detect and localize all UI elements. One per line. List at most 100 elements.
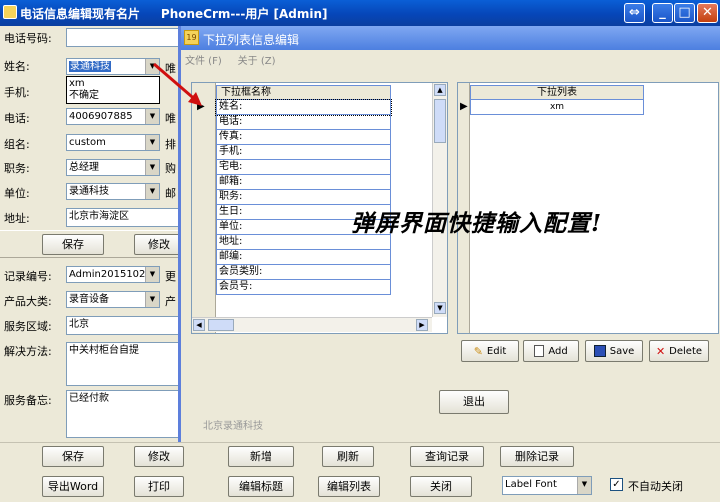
- solution-label: 解决方法:: [4, 345, 52, 358]
- name-dropdown-list[interactable]: xm 不确定: [66, 76, 160, 104]
- mobile-label: 手机:: [4, 86, 30, 99]
- auto-close-checkbox[interactable]: ✓: [610, 478, 623, 491]
- edit-button-top[interactable]: 修改: [134, 234, 184, 255]
- dropdown-option[interactable]: 不确定: [69, 90, 159, 102]
- chevron-down-icon[interactable]: ▼: [145, 267, 159, 282]
- toolbar-button-1[interactable]: 保存: [42, 446, 104, 467]
- scroll-thumb[interactable]: [434, 99, 446, 143]
- add-button[interactable]: Add: [523, 340, 579, 362]
- row-pointer-icon: ▶: [460, 101, 468, 112]
- delete-x-icon: ✕: [655, 344, 666, 358]
- chevron-down-icon[interactable]: ▼: [145, 135, 159, 150]
- restore-icon[interactable]: ⇔: [624, 3, 645, 23]
- delete-button[interactable]: ✕ Delete: [649, 340, 709, 362]
- toolbar-button-3[interactable]: 新增: [228, 446, 294, 467]
- company-suffix: 邮: [165, 187, 176, 200]
- floppy-icon: [593, 345, 606, 357]
- job-label: 职务:: [4, 162, 30, 175]
- group-suffix: 排: [165, 138, 176, 151]
- toolbar-button-5[interactable]: 查询记录: [410, 446, 484, 467]
- group-label: 组名:: [4, 138, 30, 151]
- phone-input[interactable]: [66, 28, 180, 47]
- scroll-up-icon[interactable]: ▲: [434, 84, 446, 96]
- grid-row[interactable]: 姓名:: [215, 99, 392, 116]
- grid-vscroll[interactable]: ▲ ▼: [432, 83, 447, 317]
- grid-row[interactable]: 职务:: [216, 190, 391, 205]
- red-arrow: [153, 62, 202, 106]
- toolbar-button-row2-1[interactable]: 导出Word: [42, 476, 104, 497]
- exit-button[interactable]: 退出: [439, 390, 509, 414]
- toolbar-button-row2-5[interactable]: 关闭: [410, 476, 472, 497]
- grid-hscroll[interactable]: ◀ ▶: [192, 317, 432, 332]
- scroll-down-icon[interactable]: ▼: [434, 302, 446, 314]
- job-suffix: 购: [165, 162, 176, 175]
- grid-row[interactable]: 会员类别:: [216, 265, 391, 280]
- name-label: 姓名:: [4, 60, 30, 73]
- record-select[interactable]: Admin20151027 ▼: [66, 266, 160, 283]
- region-label: 服务区域:: [4, 320, 52, 333]
- chevron-down-icon[interactable]: ▼: [577, 477, 591, 494]
- note-input[interactable]: 已经付款: [66, 390, 180, 438]
- scroll-left-icon[interactable]: ◀: [193, 319, 205, 331]
- label-font-value: Label Font: [505, 479, 557, 490]
- toolbar-button-2[interactable]: 修改: [134, 446, 184, 467]
- job-select[interactable]: 总经理 ▼: [66, 159, 160, 176]
- tel-value: 4006907885: [69, 111, 133, 122]
- toolbar-button-6[interactable]: 删除记录: [500, 446, 574, 467]
- hscroll-thumb[interactable]: [208, 319, 234, 331]
- dropdown-option[interactable]: xm: [69, 78, 159, 90]
- category-suffix: 产: [165, 295, 176, 308]
- tel-suffix: 唯: [165, 112, 176, 125]
- chevron-down-icon[interactable]: ▼: [145, 292, 159, 307]
- grid-row[interactable]: 宅电:: [216, 160, 391, 175]
- toolbar-button-4[interactable]: 刷新: [322, 446, 374, 467]
- scroll-right-icon[interactable]: ▶: [416, 319, 428, 331]
- category-select[interactable]: 录音设备 ▼: [66, 291, 160, 308]
- toolbar-button-row2-3[interactable]: 编辑标题: [228, 476, 294, 497]
- toolbar-button-row2-4[interactable]: 编辑列表: [318, 476, 380, 497]
- name-select[interactable]: 录通科技 ▼: [66, 58, 160, 75]
- grid-header: 下拉框名称: [216, 85, 391, 100]
- save-button[interactable]: Save: [585, 340, 643, 362]
- solution-input[interactable]: 中关村柜台自提: [66, 342, 180, 386]
- group-value: custom: [69, 137, 106, 148]
- edit-button[interactable]: ✎ Edit: [461, 340, 519, 362]
- record-value: Admin20151027: [69, 269, 152, 280]
- label-font-select[interactable]: Label Font ▼: [502, 476, 592, 495]
- grid-row[interactable]: 邮编:: [216, 250, 391, 265]
- address-input[interactable]: 北京市海淀区: [66, 208, 180, 227]
- chevron-down-icon[interactable]: ▼: [145, 160, 159, 175]
- category-label: 产品大类:: [4, 295, 52, 308]
- pencil-icon: ✎: [473, 344, 483, 358]
- record-label: 记录编号:: [4, 270, 52, 283]
- category-value: 录音设备: [69, 294, 109, 305]
- chevron-down-icon[interactable]: ▼: [145, 184, 159, 199]
- maximize-button[interactable]: □: [674, 3, 695, 23]
- company-select[interactable]: 录通科技 ▼: [66, 183, 160, 200]
- group-select[interactable]: custom ▼: [66, 134, 160, 151]
- dialog-titlebar: 19 下拉列表信息编辑: [181, 26, 720, 50]
- company-value: 录通科技: [69, 186, 109, 197]
- tel-select[interactable]: 4006907885 ▼: [66, 108, 160, 125]
- phone-label: 电话号码:: [4, 32, 52, 45]
- values-row[interactable]: xm: [470, 100, 644, 115]
- app-icon: [3, 5, 17, 19]
- name-value: 录通科技: [69, 61, 111, 72]
- region-input[interactable]: 北京: [66, 316, 180, 335]
- toolbar-button-row2-2[interactable]: 打印: [134, 476, 184, 497]
- overlay-annotation: 弹屏界面快捷输入配置!: [351, 210, 603, 237]
- company-caption: 北京录通科技: [203, 421, 263, 432]
- save-button-top[interactable]: 保存: [42, 234, 104, 255]
- company-label: 单位:: [4, 187, 30, 200]
- minimize-button[interactable]: _: [652, 3, 673, 23]
- note-label: 服务备忘:: [4, 394, 52, 407]
- grid-row[interactable]: 会员号:: [216, 280, 391, 295]
- close-button[interactable]: ✕: [697, 3, 718, 23]
- grid-row[interactable]: 电话:: [216, 115, 391, 130]
- grid-row[interactable]: 传真:: [216, 130, 391, 145]
- grid-row[interactable]: 手机:: [216, 145, 391, 160]
- grid-row[interactable]: 邮箱:: [216, 175, 391, 190]
- menu-about[interactable]: 关于 (Z): [238, 56, 276, 67]
- dialog-title: 下拉列表信息编辑: [203, 33, 300, 47]
- tel-label: 电话:: [4, 112, 30, 125]
